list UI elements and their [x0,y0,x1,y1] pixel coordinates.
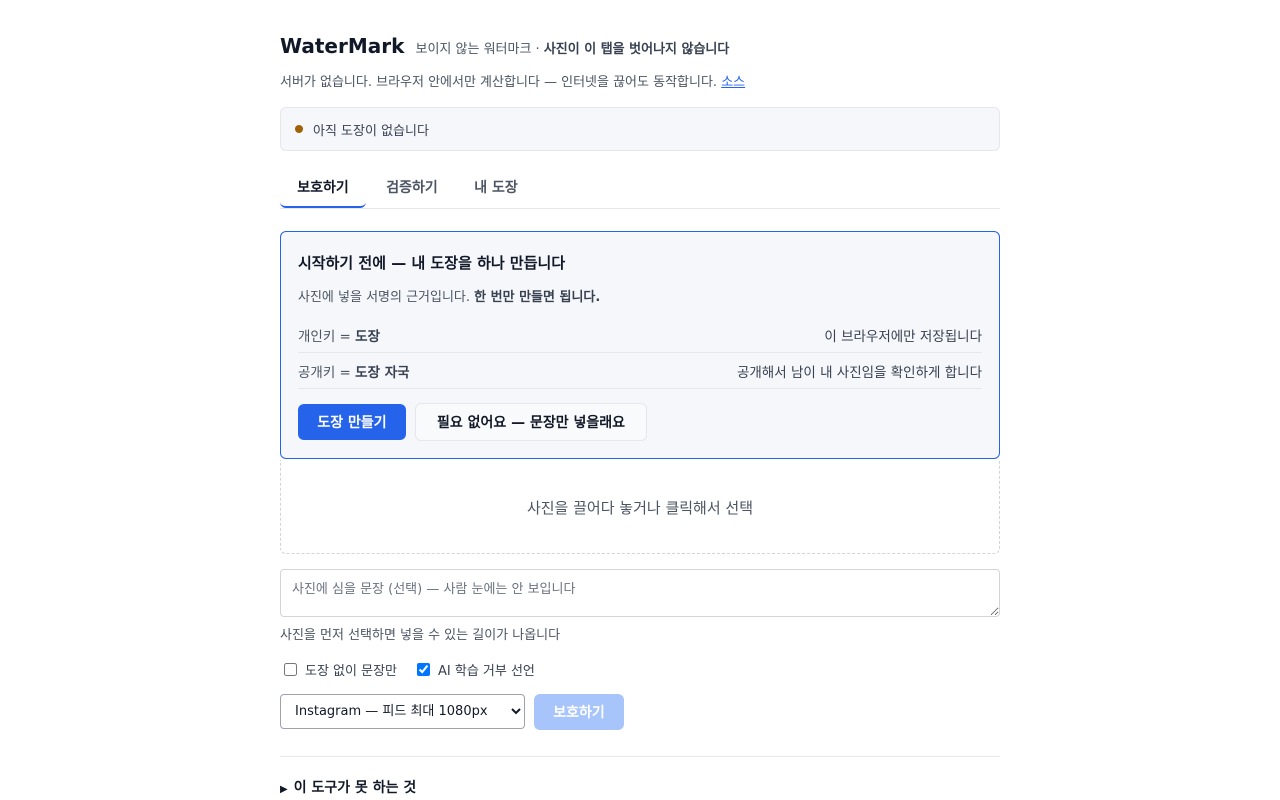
public-key-label: 공개키 = 도장 자국 [298,361,410,381]
intro-subline: 서버가 없습니다. 브라우저 안에서만 계산합니다 — 인터넷을 끊어도 동작합… [280,71,745,90]
stamp-setup-card: 시작하기 전에 — 내 도장을 하나 만듭니다 사진에 넣을 서명의 근거입니다… [280,231,1000,459]
public-key-prefix: 공개키 = [298,365,356,381]
hidden-message-input[interactable] [280,569,1000,617]
text-only-checkbox[interactable] [284,662,297,676]
private-key-label: 개인키 = 도장 [298,325,380,345]
tab-verify[interactable]: 검증하기 [374,168,450,208]
private-key-prefix: 개인키 = [298,329,356,345]
private-key-name: 도장 [355,329,380,345]
disclosure-triangle-icon: ▶ [280,784,288,795]
limitations-label: 이 도구가 못 하는 것 [293,780,417,796]
text-only-label: 도장 없이 문장만 [305,663,397,679]
setup-card-desc: 사진에 넣을 서명의 근거입니다. 한 번만 만들면 됩니다. [298,286,600,305]
private-key-row: 개인키 = 도장 이 브라우저에만 저장됩니다 [298,316,982,353]
ai-opt-out-label: AI 학습 거부 선언 [438,663,535,679]
create-stamp-button[interactable]: 도장 만들기 [298,404,406,440]
photo-dropzone[interactable]: 사진을 끌어다 놓거나 클릭해서 선택 [280,460,1000,554]
section-divider [280,756,1000,757]
message-length-hint: 사진을 먼저 선택하면 넣을 수 있는 길이가 나옵니다 [280,628,561,643]
tab-protect[interactable]: 보호하기 [280,168,366,208]
source-link[interactable]: 소스 [721,75,745,90]
tab-bar: 보호하기 검증하기 내 도장 [280,168,1000,209]
ai-opt-out-checkbox[interactable] [417,662,430,676]
skip-stamp-button[interactable]: 필요 없어요 — 문장만 넣을래요 [415,403,647,441]
setup-desc-text: 사진에 넣을 서명의 근거입니다. [298,290,475,305]
protect-button[interactable]: 보호하기 [534,694,624,730]
limitations-toggle[interactable]: ▶ 이 도구가 못 하는 것 [280,777,416,797]
header: WaterMark 보이지 않는 워터마크 · 사진이 이 탭을 벗어나지 않습… [280,34,729,58]
public-key-row: 공개키 = 도장 자국 공개해서 남이 내 사진임을 확인하게 합니다 [298,352,982,389]
ai-opt-out-option[interactable]: AI 학습 거부 선언 [417,660,535,679]
private-key-desc: 이 브라우저에만 저장됩니다 [824,329,982,345]
setup-card-title: 시작하기 전에 — 내 도장을 하나 만듭니다 [298,254,566,272]
public-key-name: 도장 자국 [355,365,410,381]
text-only-option[interactable]: 도장 없이 문장만 [284,660,397,679]
app-title: WaterMark [280,34,405,58]
platform-select[interactable]: Instagram — 피드 최대 1080px [280,694,525,729]
public-key-desc: 공개해서 남이 내 사진임을 확인하게 합니다 [736,365,982,381]
status-banner: 아직 도장이 없습니다 [280,107,1000,151]
dropzone-text: 사진을 끌어다 놓거나 클릭해서 선택 [526,499,754,517]
tagline-emphasis: 사진이 이 탭을 벗어나지 않습니다 [543,42,730,57]
tagline-text: 보이지 않는 워터마크 · [415,42,544,57]
status-dot-icon [295,125,303,133]
status-text: 아직 도장이 없습니다 [313,124,429,139]
setup-desc-emphasis: 한 번만 만들면 됩니다. [474,290,601,305]
app-tagline: 보이지 않는 워터마크 · 사진이 이 탭을 벗어나지 않습니다 [416,42,730,57]
subline-text: 서버가 없습니다. 브라우저 안에서만 계산합니다 — 인터넷을 끊어도 동작합… [280,75,722,90]
tab-my-stamp[interactable]: 내 도장 [460,168,532,208]
